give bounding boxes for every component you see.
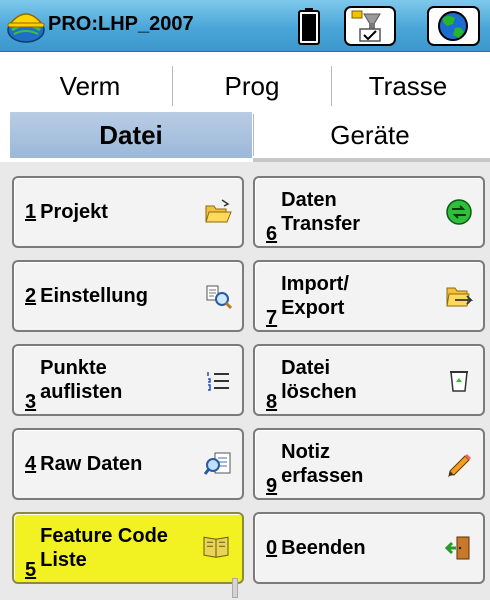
tab-verm[interactable]: Verm (10, 64, 170, 108)
button-text-line2: Liste (40, 549, 87, 571)
button-text: Projekt (40, 201, 108, 223)
button-text-line2: auflisten (40, 381, 123, 403)
import-export-button[interactable]: 7 Import/ Export (253, 260, 485, 332)
book-icon (203, 536, 229, 558)
folder-open-icon (205, 199, 232, 223)
button-number: 5 (25, 559, 37, 581)
button-text-line1: Punkte (40, 357, 107, 379)
button-number: 9 (266, 475, 278, 497)
feature-code-liste-button[interactable]: 5 Feature Code Liste (12, 512, 244, 584)
button-text-line1: Datei (281, 357, 331, 379)
gps-receiver-icon (351, 10, 381, 42)
button-text-line1: Feature Code (40, 525, 168, 547)
button-label: 5 Feature Code Liste (25, 514, 168, 582)
button-text: Raw Daten (40, 453, 143, 475)
tab-area: Verm Prog Trasse Datei Geräte (0, 52, 490, 162)
window-title: PRO:LHP_2007 (48, 13, 194, 35)
button-number: 0 (266, 537, 278, 559)
button-text-line1: Import/ (281, 273, 349, 295)
tab-label: Verm (59, 70, 121, 101)
button-text-line1: Notiz (281, 441, 331, 463)
button-number: 3 (25, 391, 37, 413)
button-number: 4 (25, 453, 37, 475)
pencil-icon (448, 454, 471, 478)
globe-button[interactable] (427, 6, 480, 46)
button-label: 1 Projekt (25, 178, 108, 246)
notiz-erfassen-button[interactable]: 9 Notiz erfassen (253, 428, 485, 500)
einstellung-button[interactable]: 2 Einstellung (12, 260, 244, 332)
datei-loeschen-button[interactable]: 8 Datei löschen (253, 344, 485, 416)
globe-icon (438, 11, 468, 41)
beenden-button[interactable]: 0 Beenden (253, 512, 485, 584)
daten-transfer-button[interactable]: 6 Daten Transfer (253, 176, 485, 248)
recycle-bin-icon (450, 371, 468, 392)
button-label: 2 Einstellung (25, 262, 148, 330)
projekt-button[interactable]: 1 Projekt (12, 176, 244, 248)
button-number: 8 (266, 391, 278, 413)
tab-label: Trasse (368, 70, 448, 101)
button-label: 0 Beenden (266, 514, 366, 582)
title-bar: PRO:LHP_2007 (0, 0, 490, 52)
button-text-line2: Transfer (281, 213, 361, 235)
button-number: 7 (266, 307, 278, 329)
tab-trasse[interactable]: Trasse (333, 64, 483, 108)
button-text-line2: löschen (281, 381, 357, 403)
tab-datei[interactable]: Datei (10, 112, 252, 158)
button-label: 7 Import/ Export (266, 262, 349, 330)
button-label: 9 Notiz erfassen (266, 430, 363, 498)
tab-label: Datei (99, 119, 163, 150)
tab-prog[interactable]: Prog (174, 64, 330, 108)
tab-divider (172, 66, 173, 106)
helmet-globe-icon[interactable] (4, 6, 48, 44)
button-text: Beenden (281, 537, 366, 559)
button-number: 2 (25, 285, 37, 307)
button-number: 1 (25, 201, 37, 223)
settings-magnifier-icon (206, 285, 232, 310)
button-text-line2: erfassen (281, 465, 364, 487)
button-text-line2: Export (281, 297, 345, 319)
gps-button[interactable] (344, 6, 396, 46)
battery-icon (298, 8, 320, 45)
button-number: 6 (266, 223, 278, 245)
tab-divider (331, 66, 332, 106)
raw-daten-button[interactable]: 4 Raw Daten (12, 428, 244, 500)
tab-geraete[interactable]: Geräte (256, 112, 484, 158)
button-label: 4 Raw Daten (25, 430, 142, 498)
button-text-line1: Daten (281, 189, 337, 211)
button-label: 3 Punkte auflisten (25, 346, 122, 414)
tab-label: Prog (224, 70, 280, 101)
scroll-indicator[interactable] (232, 578, 238, 598)
punkte-auflisten-button[interactable]: 3 Punkte auflisten (12, 344, 244, 416)
folder-import-icon (446, 287, 473, 307)
button-label: 6 Daten Transfer (266, 178, 360, 246)
numbered-list-icon (207, 372, 229, 391)
button-text: Einstellung (40, 285, 148, 307)
tab-label: Geräte (330, 119, 410, 150)
tab-divider (253, 114, 254, 156)
raw-data-icon (204, 452, 231, 475)
exit-door-icon (445, 536, 470, 560)
button-label: 8 Datei löschen (266, 346, 357, 414)
transfer-icon (446, 199, 472, 225)
